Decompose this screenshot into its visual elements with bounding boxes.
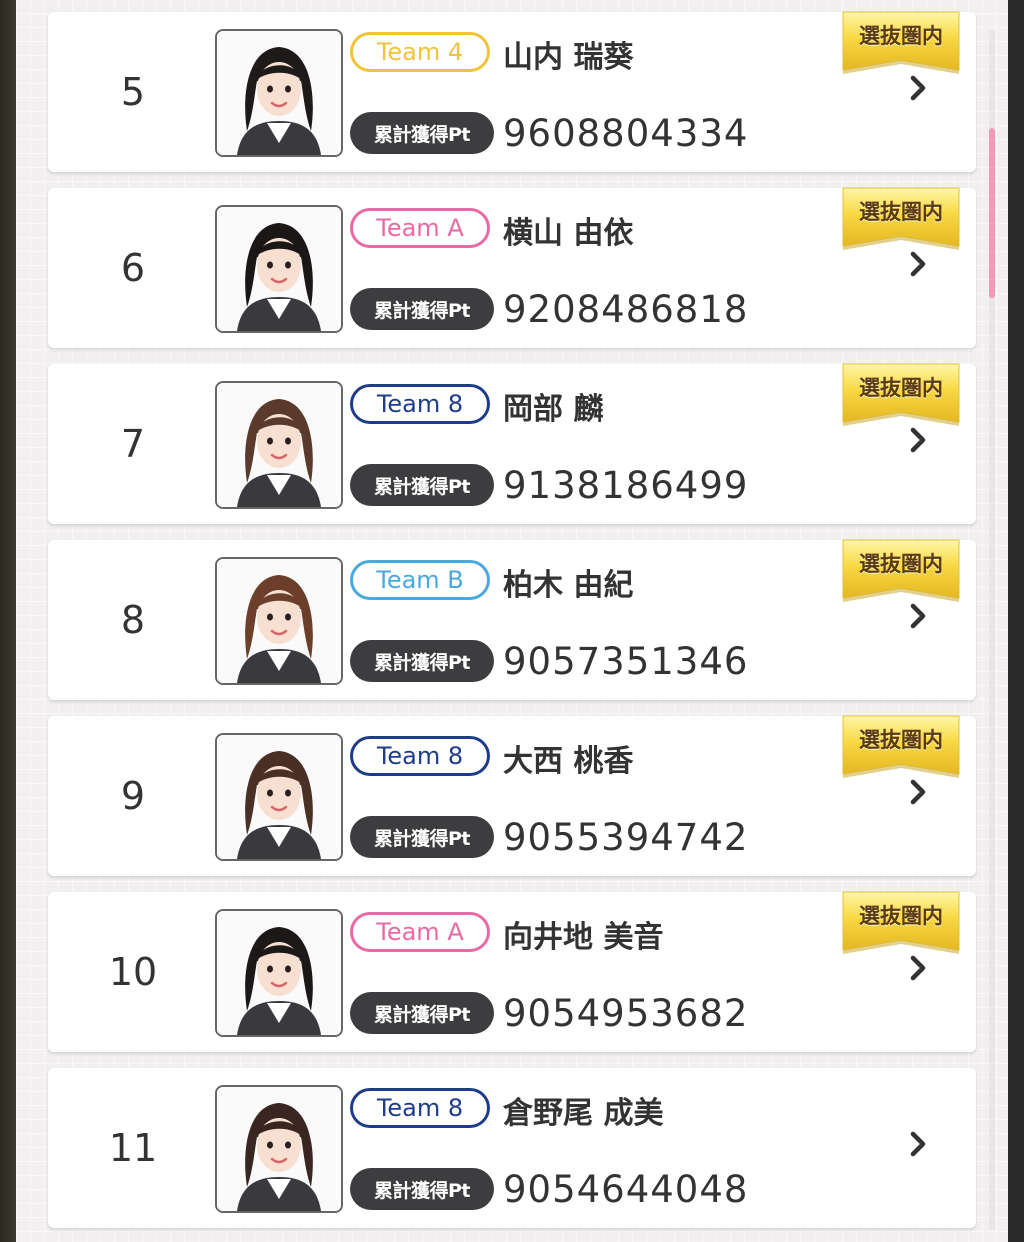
selection-badge: 選抜圏内 [841,8,961,80]
member-photo [215,1085,343,1213]
portrait-icon [217,207,341,331]
ranking-card[interactable]: 11 Team 8 倉野尾 成美 累計獲得Pt 9054644048 [48,1068,976,1228]
selection-badge-text: 選抜圏内 [859,552,943,576]
portrait-icon [217,911,341,1035]
member-photo [215,205,343,333]
cumulative-points-value: 9608804334 [503,111,749,155]
portrait-icon [217,383,341,507]
cumulative-points-label: 累計獲得Pt [350,992,494,1034]
cumulative-points-value: 9055394742 [503,815,749,859]
team-badge: Team B [350,560,490,600]
selection-badge-text: 選抜圏内 [859,200,943,224]
ranking-card[interactable]: 7 Team 8 岡部 麟 累計獲得Pt 9138186499 選抜圏内 [48,363,976,524]
app-frame: 5 Team 4 山内 瑞葵 累計獲得Pt 9608804334 選抜圏内 6 … [0,0,1024,1242]
member-name: 横山 由依 [503,216,634,251]
rank-number: 9 [120,774,146,818]
chevron-right-icon[interactable] [906,776,930,808]
selection-badge: 選抜圏内 [841,712,961,784]
rank-number: 8 [120,598,146,642]
rank-number: 7 [120,422,146,466]
cumulative-points-label: 累計獲得Pt [350,1168,494,1210]
ranking-card[interactable]: 9 Team 8 大西 桃香 累計獲得Pt 9055394742 選抜圏内 [48,715,976,876]
rank-number: 11 [108,1126,158,1170]
portrait-icon [217,31,341,155]
selection-badge: 選抜圏内 [841,360,961,432]
selection-badge-text: 選抜圏内 [859,376,943,400]
member-photo [215,909,343,1037]
member-photo [215,381,343,509]
cumulative-points-label: 累計獲得Pt [350,464,494,506]
team-badge: Team A [350,208,490,248]
portrait-icon [217,1087,341,1211]
cumulative-points-label: 累計獲得Pt [350,288,494,330]
chevron-right-icon[interactable] [906,424,930,456]
chevron-right-icon[interactable] [906,72,930,104]
member-photo [215,733,343,861]
team-badge: Team 8 [350,1088,490,1128]
ranking-card[interactable]: 5 Team 4 山内 瑞葵 累計獲得Pt 9608804334 選抜圏内 [48,11,976,172]
selection-badge: 選抜圏内 [841,184,961,256]
member-name: 柏木 由紀 [503,568,634,603]
ranking-card[interactable]: 6 Team A 横山 由依 累計獲得Pt 9208486818 選抜圏内 [48,187,976,348]
member-name: 岡部 麟 [503,392,604,427]
member-photo [215,29,343,157]
team-badge: Team 4 [350,32,490,72]
portrait-icon [217,559,341,683]
ranking-card[interactable]: 10 Team A 向井地 美音 累計獲得Pt 9054953682 選抜圏内 [48,891,976,1052]
rank-number: 10 [108,950,158,994]
rank-number: 5 [120,70,146,114]
cumulative-points-label: 累計獲得Pt [350,640,494,682]
member-name: 大西 桃香 [503,744,634,779]
scrollbar-thumb[interactable] [989,128,995,298]
chevron-right-icon[interactable] [906,1128,930,1160]
chevron-right-icon[interactable] [906,248,930,280]
team-badge: Team A [350,912,490,952]
team-badge: Team 8 [350,384,490,424]
cumulative-points-label: 累計獲得Pt [350,112,494,154]
team-badge: Team 8 [350,736,490,776]
cumulative-points-value: 9208486818 [503,287,749,331]
selection-badge-text: 選抜圏内 [859,904,943,928]
portrait-icon [217,735,341,859]
cumulative-points-value: 9054953682 [503,991,749,1035]
cumulative-points-value: 9057351346 [503,639,749,683]
ranking-card[interactable]: 8 Team B 柏木 由紀 累計獲得Pt 9057351346 選抜圏内 [48,539,976,700]
rank-number: 6 [120,246,146,290]
member-name: 向井地 美音 [503,920,664,955]
selection-badge-text: 選抜圏内 [859,24,943,48]
member-name: 倉野尾 成美 [503,1096,664,1131]
cumulative-points-value: 9138186499 [503,463,749,507]
selection-badge: 選抜圏内 [841,536,961,608]
chevron-right-icon[interactable] [906,600,930,632]
cumulative-points-value: 9054644048 [503,1167,749,1211]
selection-badge-text: 選抜圏内 [859,728,943,752]
member-photo [215,557,343,685]
selection-badge: 選抜圏内 [841,888,961,960]
chevron-right-icon[interactable] [906,952,930,984]
member-name: 山内 瑞葵 [503,40,634,75]
cumulative-points-label: 累計獲得Pt [350,816,494,858]
